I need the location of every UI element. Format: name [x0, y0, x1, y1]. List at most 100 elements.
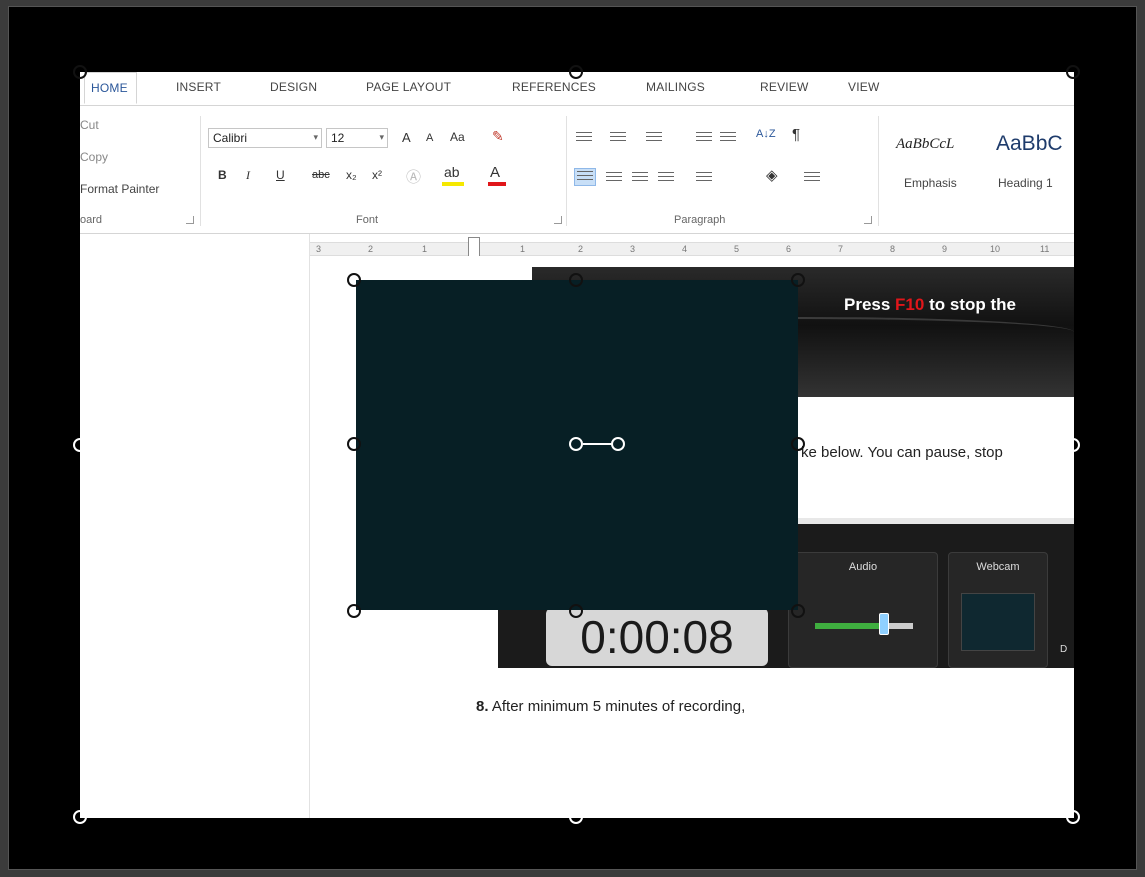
bullets-icon[interactable] [576, 132, 592, 144]
strikethrough-button[interactable]: abc [312, 169, 330, 181]
clear-formatting-icon[interactable]: ✎ [492, 128, 504, 145]
tab-view[interactable]: VIEW [848, 80, 879, 94]
ruler-number: 3 [316, 244, 322, 254]
tab-references[interactable]: REFERENCES [512, 80, 596, 94]
multilevel-list-icon[interactable] [646, 132, 662, 144]
tab-insert[interactable]: INSERT [176, 80, 221, 94]
decrease-indent-icon[interactable] [696, 132, 712, 144]
banner-key-text: F10 [895, 295, 925, 314]
highlight-icon[interactable]: ab [444, 164, 460, 180]
paragraph-launcher-icon[interactable] [864, 216, 872, 224]
style-heading1-preview[interactable]: AaBbC [996, 132, 1063, 156]
tab-mailings[interactable]: MAILINGS [646, 80, 705, 94]
resize-handle-bottom-left[interactable] [73, 810, 87, 824]
navigation-pane [80, 234, 310, 818]
resize-handle-bottom-right[interactable] [1066, 810, 1080, 824]
inner-handle-top-left[interactable] [347, 273, 361, 287]
copy-button[interactable]: Copy [80, 150, 108, 164]
font-group-label: Font [356, 214, 379, 226]
tab-page-layout[interactable]: PAGE LAYOUT [366, 80, 451, 94]
font-color-icon[interactable]: A [490, 164, 500, 181]
cut-button[interactable]: Cut [80, 118, 99, 132]
ruler-number: 4 [682, 244, 688, 254]
inner-handle-middle-left[interactable] [347, 437, 361, 451]
step-text: After minimum 5 minutes of recording, [488, 698, 746, 715]
ruler-number: 1 [422, 244, 428, 254]
borders-icon[interactable] [804, 172, 820, 184]
justify-icon[interactable] [658, 172, 674, 184]
font-family-value: Calibri [213, 131, 248, 145]
style-emphasis-preview[interactable]: AaBbCcL [896, 136, 954, 153]
ruler-number: 3 [630, 244, 636, 254]
body-text-line: ke below. You can pause, stop [801, 444, 1003, 461]
chevron-down-icon: ▾ [313, 132, 318, 142]
ruler-number: 6 [786, 244, 792, 254]
inner-handle-middle-right[interactable] [791, 437, 805, 451]
group-divider [566, 116, 567, 226]
step-number: 8. [476, 698, 489, 715]
highlight-color-swatch [442, 182, 464, 186]
shading-icon[interactable]: ◈ [766, 166, 778, 184]
grow-font-button[interactable]: A [402, 130, 411, 145]
ruler-number: 8 [890, 244, 896, 254]
inner-handle-bottom-left[interactable] [347, 604, 361, 618]
audio-slider-knob[interactable] [878, 613, 889, 635]
style-emphasis-label: Emphasis [904, 176, 957, 190]
resize-handle-bottom-center[interactable] [569, 810, 583, 824]
webcam-label: Webcam [976, 561, 1020, 573]
ruler-number: 10 [990, 244, 1001, 254]
numbering-icon[interactable] [610, 132, 626, 144]
italic-button[interactable]: I [246, 168, 250, 183]
tab-home[interactable]: HOME [84, 72, 137, 104]
align-right-icon[interactable] [632, 172, 648, 184]
pivot-handle[interactable] [569, 437, 583, 451]
ruler-number: 2 [368, 244, 374, 254]
bold-button[interactable]: B [218, 168, 227, 182]
audio-label: Audio [848, 561, 878, 573]
audio-slider[interactable] [815, 623, 913, 629]
ruler-number: 5 [734, 244, 740, 254]
inner-handle-top-center[interactable] [569, 273, 583, 287]
superscript-button[interactable]: x² [372, 168, 382, 182]
paragraph-group-label: Paragraph [674, 214, 726, 226]
chevron-down-icon: ▾ [379, 132, 384, 142]
inner-handle-bottom-right[interactable] [791, 604, 805, 618]
resize-handle-top-center[interactable] [569, 65, 583, 79]
resize-handle-top-left[interactable] [73, 65, 87, 79]
format-painter-button[interactable]: Format Painter [80, 182, 159, 196]
tab-design[interactable]: DESIGN [270, 80, 317, 94]
resize-handle-middle-right[interactable] [1066, 438, 1080, 452]
group-divider [200, 116, 201, 226]
font-family-combo[interactable]: Calibri ▾ [208, 128, 322, 148]
font-size-combo[interactable]: 12 ▾ [326, 128, 388, 148]
align-center-icon[interactable] [606, 172, 622, 184]
align-left-button[interactable] [574, 168, 596, 186]
ruler-number: 1 [520, 244, 526, 254]
resize-handle-top-right[interactable] [1066, 65, 1080, 79]
line-spacing-icon[interactable] [696, 172, 712, 184]
horizontal-ruler[interactable]: 3 2 1 1 2 3 4 5 6 7 8 9 10 11 [310, 237, 1074, 259]
subscript-button[interactable]: x₂ [346, 168, 357, 182]
sort-button[interactable]: A↓Z [756, 128, 776, 140]
banner-press-text: Press [844, 295, 896, 314]
webcam-panel: Webcam [948, 552, 1048, 668]
resize-handle-middle-left[interactable] [73, 438, 87, 452]
tab-review[interactable]: REVIEW [760, 80, 809, 94]
font-color-swatch [488, 182, 506, 186]
underline-button[interactable]: U [276, 168, 285, 182]
banner-rest-text: to stop the [924, 295, 1016, 314]
rotate-handle[interactable] [611, 437, 625, 451]
increase-indent-icon[interactable] [720, 132, 736, 144]
inner-handle-bottom-center[interactable] [569, 604, 583, 618]
font-launcher-icon[interactable] [554, 216, 562, 224]
shrink-font-button[interactable]: A [426, 132, 433, 144]
change-case-button[interactable]: Aa [450, 130, 465, 144]
clipboard-launcher-icon[interactable] [186, 216, 194, 224]
clipboard-group-label: oard [80, 214, 103, 226]
text-effects-icon[interactable]: Ⓐ [406, 166, 421, 187]
webcam-preview [961, 593, 1035, 651]
show-formatting-button[interactable]: ¶ [792, 126, 800, 143]
style-heading1-label: Heading 1 [998, 176, 1053, 190]
inner-handle-top-right[interactable] [791, 273, 805, 287]
truncated-label: D [1060, 644, 1068, 655]
